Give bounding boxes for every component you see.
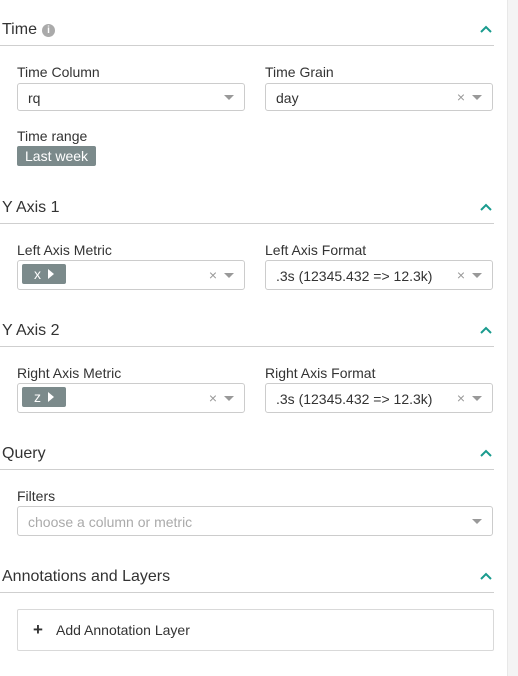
left-axis-format-select[interactable]: .3s (12345.432 => 12.3k) × (265, 260, 493, 290)
caret-down-icon[interactable] (472, 519, 482, 524)
metric-tag-label: z (34, 389, 41, 405)
right-axis-metric-select[interactable]: z × (17, 383, 245, 413)
metric-tag-label: x (34, 266, 41, 282)
time-grain-select[interactable]: day × (265, 83, 493, 111)
section-title: Time i (2, 21, 55, 39)
add-annotation-layer-label: Add Annotation Layer (56, 622, 190, 638)
caret-down-icon[interactable] (472, 95, 482, 100)
filters-label: Filters (17, 488, 56, 504)
filters-select[interactable]: choose a column or metric (17, 506, 493, 536)
clear-x-icon[interactable]: × (457, 267, 465, 283)
caret-down-icon[interactable] (472, 273, 482, 278)
section-title-text: Time (2, 21, 37, 38)
play-icon (48, 269, 54, 279)
clear-x-icon[interactable]: × (457, 390, 465, 406)
section-header-query[interactable]: Query (0, 437, 494, 470)
control-panel: Time i Time Column rq Time Grain day × Ti… (0, 0, 508, 676)
caret-down-icon[interactable] (224, 396, 234, 401)
filters-placeholder: choose a column or metric (28, 514, 193, 530)
chevron-up-icon[interactable] (478, 447, 494, 459)
section-title: Query (2, 445, 46, 462)
clear-x-icon[interactable]: × (457, 89, 465, 105)
time-column-label: Time Column (17, 64, 100, 80)
time-grain-label: Time Grain (265, 64, 334, 80)
caret-down-icon[interactable] (472, 396, 482, 401)
play-icon (48, 392, 54, 402)
right-axis-format-select[interactable]: .3s (12345.432 => 12.3k) × (265, 383, 493, 413)
right-axis-format-label: Right Axis Format (265, 365, 376, 381)
left-axis-format-value: .3s (12345.432 => 12.3k) (276, 268, 433, 284)
chevron-up-icon[interactable] (478, 324, 494, 336)
section-header-y-axis-1[interactable]: Y Axis 1 (0, 191, 494, 224)
caret-down-icon[interactable] (224, 273, 234, 278)
add-annotation-layer-button[interactable]: + Add Annotation Layer (17, 609, 494, 651)
right-axis-format-value: .3s (12345.432 => 12.3k) (276, 391, 433, 407)
left-axis-format-label: Left Axis Format (265, 242, 367, 258)
clear-x-icon[interactable]: × (209, 390, 217, 406)
time-column-select[interactable]: rq (17, 83, 245, 111)
time-range-label: Time range (17, 128, 88, 144)
section-header-time[interactable]: Time i (0, 13, 494, 46)
chevron-up-icon[interactable] (478, 201, 494, 213)
left-axis-metric-label: Left Axis Metric (17, 242, 112, 258)
section-title: Y Axis 1 (2, 199, 60, 216)
plus-icon: + (33, 620, 43, 639)
time-grain-value: day (276, 90, 299, 106)
caret-down-icon[interactable] (224, 95, 234, 100)
right-axis-metric-label: Right Axis Metric (17, 365, 122, 381)
info-icon[interactable]: i (41, 24, 55, 37)
time-column-value: rq (28, 90, 41, 106)
left-axis-metric-select[interactable]: x × (17, 260, 245, 290)
chevron-up-icon[interactable] (478, 23, 494, 35)
chevron-up-icon[interactable] (478, 570, 494, 582)
metric-tag[interactable]: z (22, 387, 66, 407)
section-header-y-axis-2[interactable]: Y Axis 2 (0, 314, 494, 347)
vertical-scrollbar[interactable] (507, 0, 518, 676)
section-title: Annotations and Layers (2, 568, 171, 585)
section-header-annotations[interactable]: Annotations and Layers (0, 560, 494, 593)
clear-x-icon[interactable]: × (209, 267, 217, 283)
section-title: Y Axis 2 (2, 322, 60, 339)
metric-tag[interactable]: x (22, 264, 66, 284)
time-range-button[interactable]: Last week (17, 146, 97, 166)
